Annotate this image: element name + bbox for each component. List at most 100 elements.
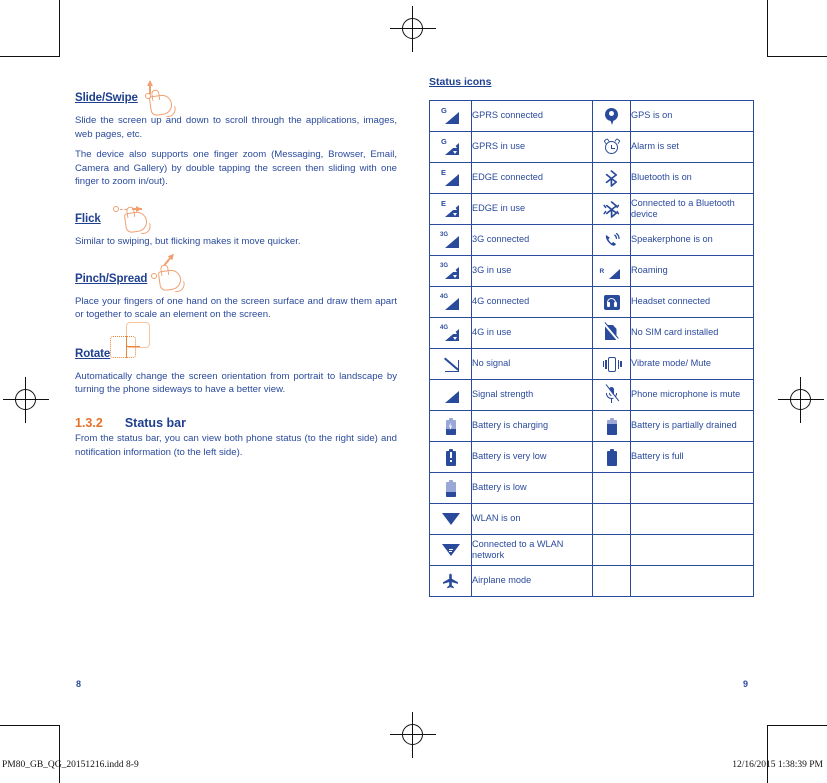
- table-cell-label: Battery is full: [630, 441, 754, 473]
- table-cell-label: Phone microphone is mute: [630, 379, 754, 411]
- battery-full-icon: [592, 441, 631, 473]
- 3g-in-use-icon: 3G: [429, 255, 472, 287]
- headset-icon: [592, 286, 631, 318]
- table-cell-label: Battery is charging: [471, 410, 593, 442]
- gesture-slide-swipe: Slide/Swipe Slide the screen up and down…: [75, 80, 397, 189]
- gesture-rotate: Rotate Automatically change the screen o…: [75, 321, 397, 397]
- registration-mark-right: [778, 377, 824, 423]
- gps-icon: [592, 100, 631, 132]
- no-signal-icon: [429, 348, 472, 380]
- table-cell-label: No signal: [471, 348, 593, 380]
- battery-charging-icon: [429, 410, 472, 442]
- table-row: 3G 3G connected Speakerphone is on: [429, 224, 754, 256]
- battery-very-low-icon: [429, 441, 472, 473]
- microphone-mute-icon: [592, 379, 631, 411]
- gesture-text-rotate: Automatically change the screen orientat…: [75, 370, 397, 396]
- gesture-heading-rotate: Rotate: [75, 347, 111, 360]
- crop-mark-bottom-left: [0, 725, 60, 783]
- alarm-icon: [592, 131, 631, 163]
- table-cell-empty: [630, 534, 754, 566]
- wlan-on-icon: [429, 503, 472, 535]
- gprs-in-use-icon: G: [429, 131, 472, 163]
- table-row: E EDGE connected Bluetooth is on: [429, 162, 754, 194]
- table-row: Battery is charging Battery is partially…: [429, 410, 754, 442]
- table-row: Battery is very low Battery is full: [429, 441, 754, 473]
- table-cell-label: Battery is very low: [471, 441, 593, 473]
- table-cell-label: GPRS connected: [471, 100, 593, 132]
- table-row: 3G 3G in use R Roaming: [429, 255, 754, 287]
- section-body-status-bar: From the status bar, you can view both p…: [75, 432, 397, 458]
- edge-in-use-icon: E: [429, 193, 472, 225]
- airplane-mode-icon: [429, 565, 472, 597]
- table-cell-label: 4G connected: [471, 286, 593, 318]
- table-row: 4G 4G connected Headset connected: [429, 286, 754, 318]
- registration-mark-left: [3, 377, 49, 423]
- table-cell-label: GPS is on: [630, 100, 754, 132]
- table-cell-label: WLAN is on: [471, 503, 593, 535]
- bluetooth-icon: [592, 162, 631, 194]
- table-cell-label: Battery is partially drained: [630, 410, 754, 442]
- section-number: 1.3.2: [75, 415, 103, 430]
- table-row: Connected to a WLAN network: [429, 534, 754, 566]
- table-cell-empty: [592, 472, 631, 504]
- crop-mark-top-left: [0, 0, 60, 57]
- crop-mark-top-right: [767, 0, 827, 57]
- table-row: 4G 4G in use No SIM card installed: [429, 317, 754, 349]
- left-page-content: Slide/Swipe Slide the screen up and down…: [75, 80, 397, 459]
- wlan-connected-icon: [429, 534, 472, 566]
- gesture-heading-pinch-spread: Pinch/Spread: [75, 272, 148, 285]
- table-cell-empty: [630, 565, 754, 597]
- table-cell-label: Airplane mode: [471, 565, 593, 597]
- table-cell-label: Signal strength: [471, 379, 593, 411]
- table-cell-label: Alarm is set: [630, 131, 754, 163]
- gesture-text-pinch: Place your fingers of one hand on the sc…: [75, 295, 397, 321]
- table-row: G GPRS connected GPS is on: [429, 100, 754, 132]
- table-cell-empty: [592, 503, 631, 535]
- table-cell-label: No SIM card installed: [630, 317, 754, 349]
- signal-strength-icon: [429, 379, 472, 411]
- status-icons-table: G GPRS connected GPS is on G GPRS in use: [429, 100, 754, 597]
- printed-page-spread: Slide/Swipe Slide the screen up and down…: [0, 0, 827, 783]
- page-number-right: 9: [743, 679, 749, 689]
- table-cell-label: Connected to a Bluetooth device: [630, 193, 754, 225]
- battery-low-icon: [429, 472, 472, 504]
- gesture-heading-flick: Flick: [75, 212, 101, 225]
- table-cell-empty: [592, 565, 631, 597]
- table-row: Signal strength Phone microphone is mute: [429, 379, 754, 411]
- edge-connected-icon: E: [429, 162, 472, 194]
- table-cell-label: 3G in use: [471, 255, 593, 287]
- table-cell-label: EDGE connected: [471, 162, 593, 194]
- print-footer-timestamp: 12/16/2015 1:38:39 PM: [732, 760, 823, 770]
- gesture-flick: Flick Similar to swiping, but flicking m…: [75, 205, 397, 249]
- speakerphone-icon: [592, 224, 631, 256]
- battery-partial-icon: [592, 410, 631, 442]
- table-cell-label: EDGE in use: [471, 193, 593, 225]
- print-footer-filename: PM80_GB_QG_20151216.indd 8-9: [2, 760, 139, 770]
- table-cell-label: 4G in use: [471, 317, 593, 349]
- table-row: WLAN is on: [429, 503, 754, 535]
- table-row: E EDGE in use Connected to a Bluetooth d: [429, 193, 754, 225]
- table-cell-empty: [630, 472, 754, 504]
- section-title: Status bar: [124, 415, 186, 430]
- bluetooth-connected-icon: [592, 193, 631, 225]
- no-sim-card-icon: [592, 317, 631, 349]
- status-icons-heading: Status icons: [429, 76, 492, 88]
- table-cell-label: Connected to a WLAN network: [471, 534, 593, 566]
- table-cell-label: 3G connected: [471, 224, 593, 256]
- page-number-left: 8: [76, 679, 82, 689]
- device-rotate-icon: [110, 321, 158, 364]
- table-cell-label: Roaming: [630, 255, 754, 287]
- roaming-icon: R: [592, 255, 631, 287]
- crop-mark-bottom-right: [767, 725, 827, 783]
- gesture-text-slide-2: The device also supports one finger zoom…: [75, 149, 397, 188]
- gesture-text-flick: Similar to swiping, but flicking makes i…: [75, 235, 301, 247]
- 4g-in-use-icon: 4G: [429, 317, 472, 349]
- gprs-connected-icon: G: [429, 100, 472, 132]
- table-cell-label: Vibrate mode/ Mute: [630, 348, 754, 380]
- table-cell-label: GPRS in use: [471, 131, 593, 163]
- registration-mark-top: [390, 6, 436, 52]
- table-cell-label: Headset connected: [630, 286, 754, 318]
- 4g-connected-icon: 4G: [429, 286, 472, 318]
- gesture-pinch-spread: Pinch/Spread Place your fingers of one h…: [75, 251, 397, 322]
- table-cell-label: Bluetooth is on: [630, 162, 754, 194]
